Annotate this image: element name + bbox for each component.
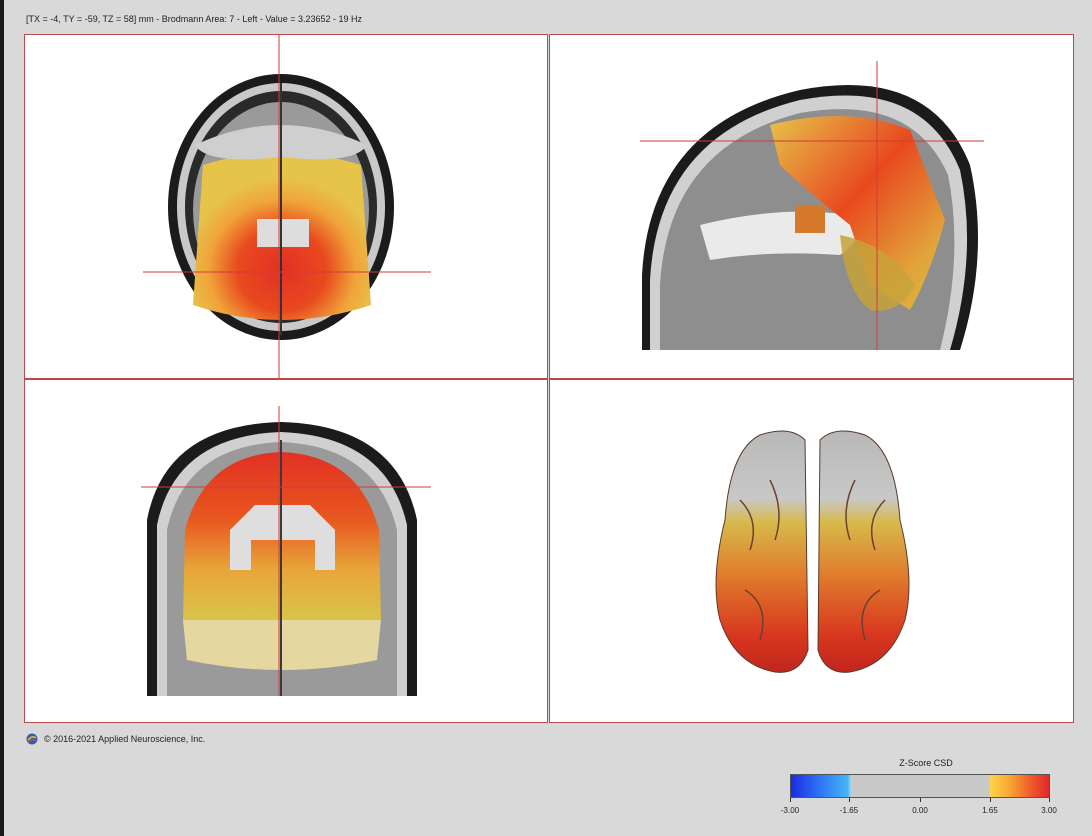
colorbar-legend: Z-Score CSD -3.00 -1.65 0.00 1.65 3.00 <box>776 758 1076 820</box>
colorbar-title: Z-Score CSD <box>899 758 953 768</box>
colorbar-label-pos-threshold: 1.65 <box>982 806 998 815</box>
applied-neuroscience-logo-icon <box>26 733 38 745</box>
colorbar-label-neg-threshold: -1.65 <box>839 806 859 815</box>
3d-brain-render <box>715 430 910 673</box>
coordinate-status: [TX = -4, TY = -59, TZ = 58] mm - Brodma… <box>26 14 362 24</box>
colorbar-tick <box>1049 798 1050 802</box>
axial-crosshair <box>143 35 431 378</box>
viewer-window: [TX = -4, TY = -59, TZ = 58] mm - Brodma… <box>0 0 1092 836</box>
colorbar-tick <box>790 798 791 802</box>
axial-view-panel[interactable] <box>24 34 548 379</box>
copyright-text: © 2016-2021 Applied Neuroscience, Inc. <box>44 734 206 744</box>
colorbar-label-zero: 0.00 <box>912 806 928 815</box>
colorbar-gradient <box>790 774 1050 798</box>
sagittal-view-panel[interactable] <box>549 34 1074 379</box>
colorbar-tick <box>849 798 850 802</box>
colorbar-label-max: 3.00 <box>1041 806 1057 815</box>
copyright-footer: © 2016-2021 Applied Neuroscience, Inc. <box>26 733 205 745</box>
colorbar-tick <box>920 798 921 802</box>
colorbar-label-min: -3.00 <box>780 806 800 815</box>
3d-render-panel[interactable] <box>549 379 1074 723</box>
sagittal-crosshair <box>640 61 984 350</box>
colorbar-tick <box>990 798 991 802</box>
coronal-view-panel[interactable] <box>24 379 548 723</box>
coronal-crosshair <box>141 406 431 696</box>
